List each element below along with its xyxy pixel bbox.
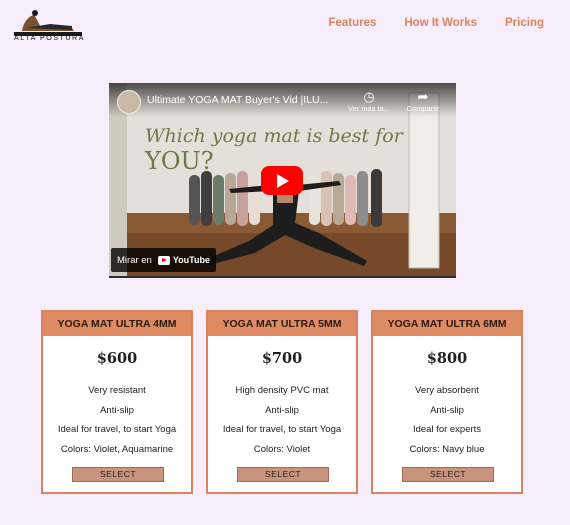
plan-name: YOGA MAT ULTRA 4MM <box>43 312 191 338</box>
overlay-script-text: Which yoga mat is best for <box>145 125 403 147</box>
nav-pricing[interactable]: Pricing <box>505 17 544 29</box>
pricing-cards: YOGA MAT ULTRA 4MM $600 Very resistant A… <box>41 310 523 494</box>
youtube-label: YouTube <box>172 255 211 265</box>
feature-item: Colors: Navy blue <box>409 443 485 455</box>
watch-later-label: Ver más ta... <box>347 104 391 113</box>
feature-item: Very resistant <box>88 385 146 396</box>
plan-name: YOGA MAT ULTRA 5MM <box>208 312 356 338</box>
nav-how-it-works[interactable]: How It Works <box>404 17 477 29</box>
feature-item: Anti-slip <box>430 404 464 416</box>
video-title[interactable]: Ultimate YOGA MAT Buyer's Vid |ILU... <box>147 94 337 106</box>
overlay-big-text: YOU? <box>145 147 214 175</box>
feature-item: Ideal for experts <box>412 424 482 435</box>
plan-price: $600 <box>96 350 138 367</box>
watch-on-label: Mirar en <box>117 254 152 266</box>
feature-item: Colors: Violet, Aquamarine <box>60 443 174 455</box>
plan-features: High density PVC mat Anti-slip Ideal for… <box>208 381 356 459</box>
watch-later-button[interactable]: ◷ Ver más ta... <box>345 90 393 113</box>
video-player[interactable]: Ultimate YOGA MAT Buyer's Vid |ILU... ◷ … <box>109 83 456 278</box>
feature-item: Colors: Violet <box>253 443 311 455</box>
plan-name: YOGA MAT ULTRA 6MM <box>373 312 521 338</box>
channel-avatar[interactable] <box>117 90 141 114</box>
clock-icon: ◷ <box>363 89 375 104</box>
nav-features[interactable]: Features <box>328 17 376 29</box>
play-icon[interactable] <box>261 166 303 195</box>
share-label: Compartir <box>406 104 440 113</box>
share-button[interactable]: ➦ Compartir <box>399 90 447 113</box>
brand-name: ALTA POSTURA <box>14 35 86 42</box>
plan-price: $700 <box>261 350 303 367</box>
pricing-card: YOGA MAT ULTRA 5MM $700 High density PVC… <box>206 310 358 494</box>
main-nav: Features How It Works Pricing <box>328 17 544 29</box>
pricing-card: YOGA MAT ULTRA 6MM $800 Very absorbent A… <box>371 310 523 494</box>
feature-item: High density PVC mat <box>235 385 329 396</box>
select-button[interactable]: SELECT <box>402 467 494 482</box>
pricing-card: YOGA MAT ULTRA 4MM $600 Very resistant A… <box>41 310 193 494</box>
plan-features: Very absorbent Anti-slip Ideal for exper… <box>373 381 521 459</box>
feature-item: Very absorbent <box>415 385 479 396</box>
select-button[interactable]: SELECT <box>72 467 164 482</box>
youtube-icon <box>157 255 170 265</box>
feature-item: Ideal for travel, to start Yoga <box>222 424 342 435</box>
watch-on-youtube-button[interactable]: Mirar en YouTube <box>111 248 217 272</box>
plan-features: Very resistant Anti-slip Ideal for trave… <box>43 381 191 459</box>
feature-item: Anti-slip <box>100 404 134 416</box>
share-icon: ➦ <box>417 89 429 104</box>
feature-item: Ideal for travel, to start Yoga <box>57 424 177 435</box>
select-button[interactable]: SELECT <box>237 467 329 482</box>
youtube-logo: YouTube <box>157 255 211 265</box>
plan-price: $800 <box>426 350 468 367</box>
feature-item: Anti-slip <box>265 404 299 416</box>
